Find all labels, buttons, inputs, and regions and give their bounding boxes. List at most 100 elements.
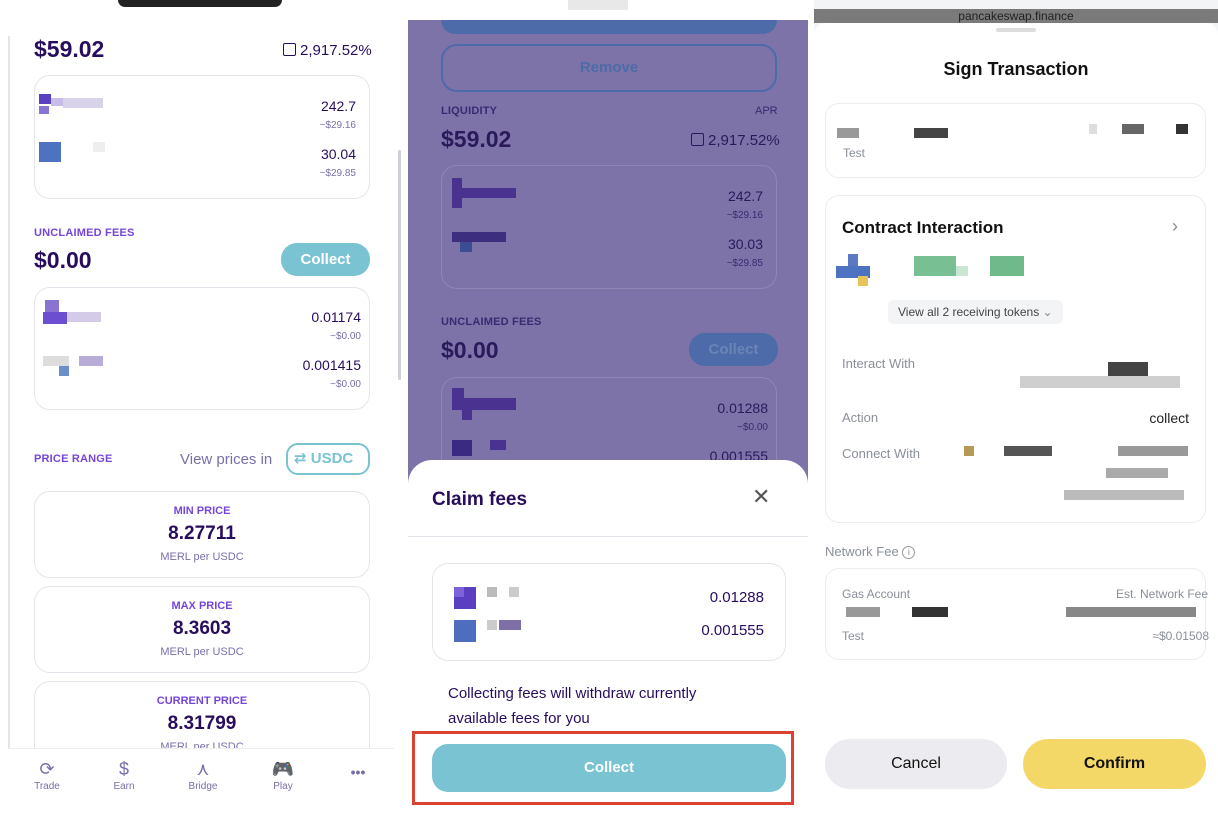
- token-balances-card: 242.7 ~$29.16 30.04 ~$29.85: [34, 75, 370, 199]
- nav-more[interactable]: •••: [328, 759, 388, 781]
- min-price-unit: MERL per USDC: [160, 551, 244, 563]
- interact-with-label: Interact With: [842, 356, 915, 371]
- unclaimed-fees-label: UNCLAIMED FEES: [441, 316, 542, 328]
- position-panel: $59.02 2,917.52% 242.7 ~$29.16 30.04 ~$2…: [0, 0, 402, 826]
- price-range-label: PRICE RANGE: [34, 453, 113, 465]
- remove-button[interactable]: Remove: [441, 44, 777, 92]
- nav-play[interactable]: 🎮 Play: [253, 759, 313, 792]
- claim-fees-card: 0.01288 0.001555: [432, 563, 786, 661]
- fee-amount: 0.01174: [311, 309, 361, 325]
- collect-button[interactable]: Collect: [281, 243, 370, 276]
- current-price-label: CURRENT PRICE: [156, 695, 248, 707]
- action-value: collect: [1149, 410, 1189, 426]
- token-amount: 30.04: [320, 146, 356, 162]
- nav-label: Earn: [113, 781, 135, 792]
- fee-amount: 0.01288: [717, 400, 768, 416]
- account-note: Test: [843, 146, 866, 160]
- unclaimed-fees-value: $0.00: [441, 337, 499, 363]
- calculator-icon: [691, 133, 704, 146]
- min-price-value: 8.27711: [168, 523, 236, 544]
- nav-label: Play: [273, 781, 293, 792]
- chevron-right-icon[interactable]: ›: [1172, 216, 1178, 237]
- token-usd: ~$29.16: [319, 120, 356, 131]
- token-usd: ~$29.16: [726, 210, 763, 221]
- apr-display[interactable]: 2,917.52%: [283, 42, 372, 59]
- token-usd: ~$29.85: [726, 258, 763, 269]
- network-fee-text: Network Fee: [825, 544, 899, 559]
- view-tokens-label: View all 2 receiving tokens: [898, 305, 1040, 319]
- claim-message: Collecting fees will withdraw currently …: [448, 685, 697, 727]
- action-label: Action: [842, 410, 879, 425]
- more-icon: •••: [350, 764, 366, 780]
- nav-label: Trade: [34, 781, 60, 792]
- min-price-label: MIN PRICE: [173, 505, 231, 517]
- fee-amount: 0.001415: [302, 357, 361, 373]
- claim-fee-amount: 0.01288: [709, 589, 764, 606]
- token-amount: 242.7: [727, 188, 763, 204]
- token-usd: ~$29.85: [319, 168, 356, 179]
- chevron-down-icon: ⌄: [1042, 305, 1053, 319]
- nav-bridge[interactable]: ⋏ Bridge: [173, 759, 233, 792]
- drag-handle[interactable]: [996, 28, 1036, 32]
- account-card: Test: [825, 103, 1206, 178]
- token-amount: 242.7: [320, 98, 356, 114]
- min-price-card: MIN PRICE 8.27711 MERL per USDC: [34, 491, 370, 578]
- unclaimed-fees-value: $0.00: [34, 247, 92, 273]
- apr-value: 2,917.52%: [300, 42, 372, 59]
- liquidity-value: $59.02: [441, 126, 512, 152]
- est-fee-label: Est. Network Fee: [1115, 587, 1208, 601]
- info-icon[interactable]: i: [902, 546, 916, 559]
- swap-arrows-icon: ⇄: [294, 450, 307, 467]
- fee-usd: ~$0.00: [330, 379, 361, 390]
- cancel-button[interactable]: Cancel: [825, 739, 1007, 789]
- gas-card: Gas Account Est. Network Fee Test ≈$0.01…: [825, 568, 1209, 660]
- sheet-collect-button[interactable]: Collect: [432, 744, 786, 792]
- apr-value: 2,917.52%: [708, 132, 780, 149]
- bridge-icon: ⋏: [196, 759, 210, 779]
- network-fee-label: Network Fee i: [825, 544, 916, 559]
- collect-button[interactable]: Collect: [689, 333, 778, 366]
- trade-icon: ⟳: [39, 759, 55, 779]
- nav-earn[interactable]: $ Earn: [94, 759, 154, 792]
- max-price-label: MAX PRICE: [171, 600, 233, 612]
- sheet-title: Claim fees: [432, 489, 528, 510]
- bottom-nav: ⟳ Trade $ Earn ⋏ Bridge 🎮 Play •••: [8, 748, 394, 808]
- top-button-edge: [441, 20, 777, 34]
- sign-transaction-panel: pancakeswap.finance Sign Transaction Tes…: [814, 0, 1218, 826]
- max-price-unit: MERL per USDC: [160, 646, 244, 658]
- gas-note: Test: [842, 629, 865, 643]
- currency-toggle-button[interactable]: ⇄ USDC: [286, 443, 370, 475]
- fee-value: ≈$0.01508: [1152, 629, 1209, 643]
- view-prices-label: View prices in: [180, 451, 273, 468]
- earn-icon: $: [118, 759, 129, 779]
- fees-card: 0.01174 ~$0.00 0.001415 ~$0.00: [34, 287, 370, 410]
- scroll-track: [8, 36, 10, 748]
- view-tokens-dropdown[interactable]: View all 2 receiving tokens ⌄: [888, 300, 1063, 324]
- nav-label: Bridge: [188, 781, 218, 792]
- liquidity-label: LIQUIDITY: [441, 105, 498, 117]
- fee-usd: ~$0.00: [330, 331, 361, 342]
- calculator-icon: [283, 43, 296, 56]
- max-price-value: 8.3603: [172, 618, 232, 639]
- sign-transaction-title: Sign Transaction: [943, 59, 1089, 79]
- fee-usd: ~$0.00: [737, 422, 768, 433]
- close-icon[interactable]: ✕: [752, 484, 770, 510]
- contract-title: Contract Interaction: [842, 218, 1004, 237]
- current-price-value: 8.31799: [167, 713, 237, 734]
- claim-fees-panel: Remove LIQUIDITY APR $59.02 2,917.52% 24…: [408, 0, 808, 826]
- apr-display[interactable]: 2,917.52%: [691, 132, 780, 149]
- unclaimed-fees-label: UNCLAIMED FEES: [34, 227, 135, 239]
- currency-label: USDC: [310, 450, 354, 467]
- scrollbar[interactable]: [398, 150, 401, 380]
- claim-fee-amount: 0.001555: [701, 622, 764, 639]
- confirm-button[interactable]: Confirm: [1023, 739, 1206, 789]
- token-balances-card: 242.7 ~$29.16 30.03 ~$29.85: [441, 165, 777, 289]
- apr-label: APR: [755, 105, 778, 117]
- max-price-card: MAX PRICE 8.3603 MERL per USDC: [34, 586, 370, 673]
- contract-card: Contract Interaction › View all 2 receiv…: [825, 195, 1206, 523]
- nav-trade[interactable]: ⟳ Trade: [17, 759, 77, 792]
- divider: [408, 536, 808, 537]
- gas-account-label: Gas Account: [842, 587, 911, 601]
- notch: [118, 0, 282, 7]
- site-url: pancakeswap.finance: [814, 9, 1218, 23]
